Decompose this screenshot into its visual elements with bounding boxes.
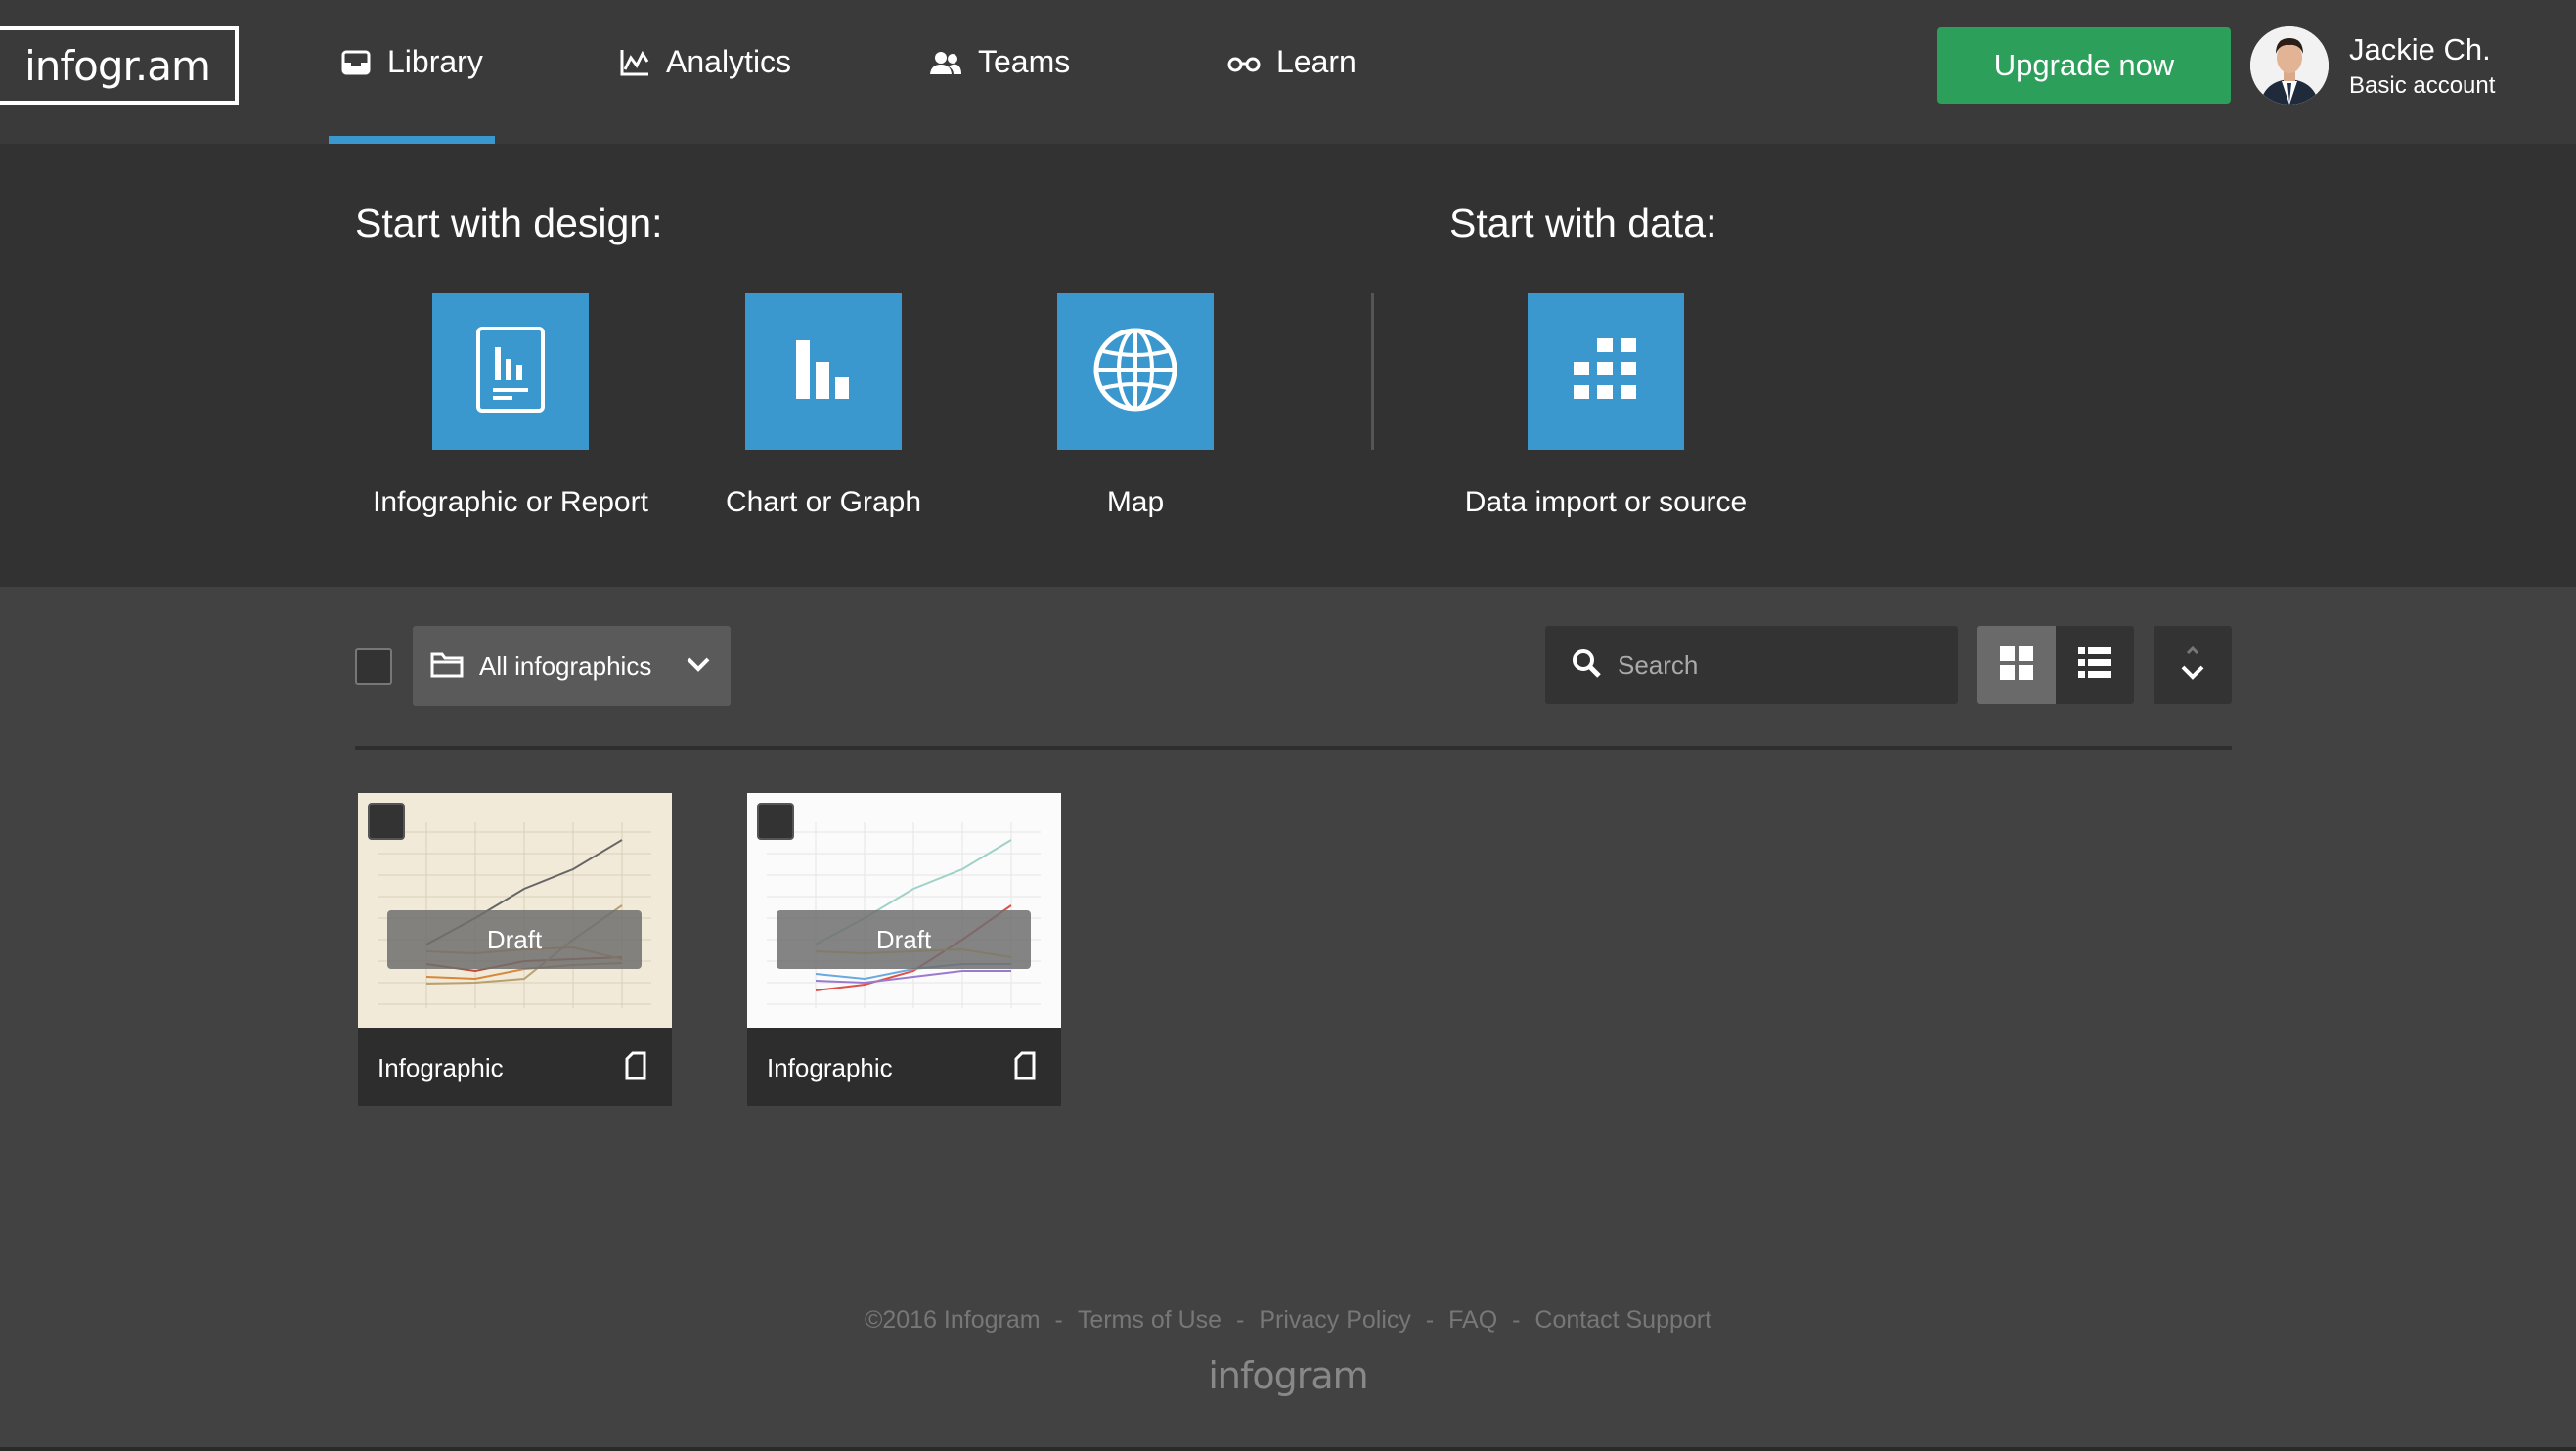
glasses-icon [1227, 53, 1261, 72]
card-type-label: Infographic [767, 1053, 893, 1082]
sort-toggle-icon [2180, 643, 2205, 687]
toolbar-divider [355, 746, 2232, 750]
page-footer: ©2016 Infogram - Terms of Use - Privacy … [0, 1306, 2576, 1335]
line-chart-icon [619, 48, 650, 77]
nav-library-label: Library [387, 44, 483, 79]
nav-analytics-label: Analytics [666, 44, 792, 79]
bar-chart-icon [794, 338, 853, 406]
draft-badge: Draft [777, 910, 1031, 969]
infographic-tile[interactable] [432, 293, 589, 450]
inbox-icon [340, 49, 372, 76]
document-icon [1014, 1051, 1036, 1085]
create-panel: Start with design: Start with data: Info… [0, 144, 2576, 587]
footer-separator: - [1236, 1306, 1245, 1334]
grid-view-button[interactable] [1977, 626, 2056, 704]
people-icon [929, 49, 962, 76]
chevron-down-icon [686, 651, 711, 682]
sort-button[interactable] [2154, 626, 2232, 704]
logo-text: infogr.am [24, 41, 211, 90]
grid-view-icon [2000, 645, 2033, 684]
folder-icon [430, 650, 464, 682]
footer-separator: - [1512, 1306, 1521, 1334]
card-select-checkbox[interactable] [757, 803, 794, 840]
card-footer: Infographic [747, 1028, 1061, 1106]
top-navigation-bar: infogr.am Library Analytics Teams Learn … [0, 0, 2576, 144]
card-select-checkbox[interactable] [368, 803, 405, 840]
data-section-title: Start with data: [1449, 200, 1717, 245]
card-footer: Infographic [358, 1028, 672, 1106]
report-icon [475, 326, 546, 418]
design-section-title: Start with design: [355, 200, 663, 245]
infographic-card[interactable]: Draft Infographic [747, 793, 1061, 1106]
list-view-button[interactable] [2056, 626, 2134, 704]
nav-teams-label: Teams [978, 44, 1071, 79]
faq-link[interactable]: FAQ [1448, 1306, 1497, 1334]
chart-tile[interactable] [745, 293, 902, 450]
section-divider [1371, 293, 1374, 450]
map-tile-label[interactable]: Map [1107, 486, 1164, 519]
infographic-card[interactable]: Draft Infographic [358, 793, 672, 1106]
chart-tile-label[interactable]: Chart or Graph [726, 486, 921, 519]
user-plan: Basic account [2349, 72, 2496, 99]
select-all-checkbox[interactable] [355, 648, 392, 685]
upgrade-now-label: Upgrade now [1993, 48, 2175, 82]
infographic-tile-label[interactable]: Infographic or Report [373, 486, 648, 519]
bottom-strip [0, 1447, 2576, 1451]
card-type-label: Infographic [378, 1053, 504, 1082]
infogram-logo[interactable]: infogr.am [0, 26, 239, 105]
document-icon [625, 1051, 646, 1085]
terms-link[interactable]: Terms of Use [1078, 1306, 1221, 1334]
user-avatar[interactable] [2250, 26, 2329, 105]
list-view-icon [2078, 646, 2111, 683]
data-import-tile[interactable] [1528, 293, 1684, 450]
draft-badge: Draft [387, 910, 642, 969]
footer-logo: infogram [1208, 1354, 1368, 1397]
nav-teams[interactable]: Teams [929, 0, 1070, 144]
footer-separator: - [1054, 1306, 1063, 1334]
search-icon [1571, 647, 1602, 683]
copyright-text: ©2016 Infogram [864, 1306, 1041, 1334]
folder-dropdown[interactable]: All infographics [413, 626, 731, 706]
search-input[interactable] [1618, 649, 1950, 681]
nav-analytics[interactable]: Analytics [619, 0, 791, 144]
footer-separator: - [1425, 1306, 1435, 1334]
contact-support-link[interactable]: Contact Support [1534, 1306, 1711, 1334]
folder-dropdown-label: All infographics [479, 650, 652, 681]
privacy-link[interactable]: Privacy Policy [1259, 1306, 1411, 1334]
search-box [1545, 626, 1958, 704]
nav-learn[interactable]: Learn [1227, 0, 1356, 144]
upgrade-now-button[interactable]: Upgrade now [1937, 27, 2231, 104]
nav-learn-label: Learn [1276, 44, 1356, 79]
map-tile[interactable] [1057, 293, 1214, 450]
nav-library[interactable]: Library [329, 0, 495, 144]
globe-icon [1091, 326, 1179, 418]
grid-icon [1574, 337, 1638, 406]
user-name[interactable]: Jackie Ch. [2349, 32, 2491, 67]
data-import-tile-label[interactable]: Data import or source [1465, 486, 1747, 519]
